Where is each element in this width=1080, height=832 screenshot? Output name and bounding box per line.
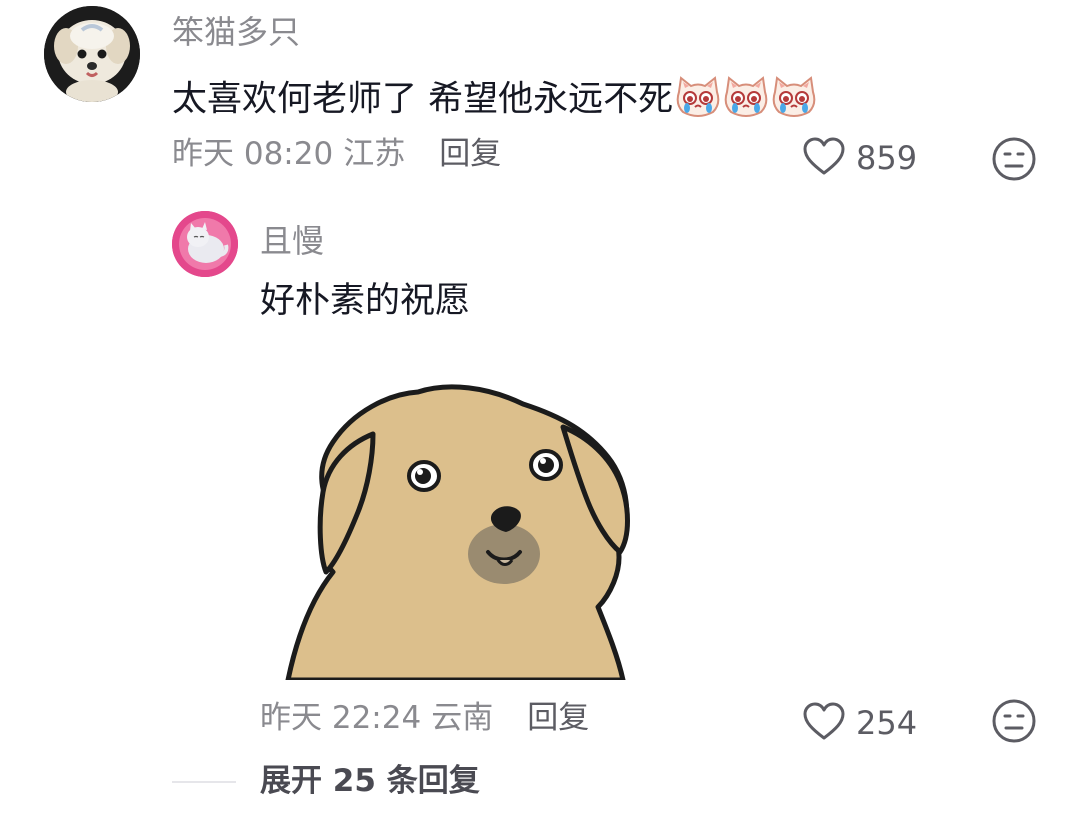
like-count: 859	[856, 139, 918, 177]
comment-time: 昨天 08:20	[172, 136, 334, 172]
neutral-face-icon	[992, 699, 1036, 743]
crying-cat-emoji	[675, 76, 721, 125]
heart-outline-icon	[802, 136, 846, 180]
reply-like-count: 254	[856, 704, 918, 742]
dog-sticker	[278, 372, 673, 680]
reply-time: 昨天 22:24	[260, 700, 422, 736]
reply-meta: 昨天 22:24 云南 回复	[260, 703, 589, 734]
reply-username[interactable]: 且慢	[260, 225, 324, 257]
comment-username[interactable]: 笨猫多只	[172, 16, 300, 48]
reply-text: 好朴素的祝愿	[260, 281, 471, 321]
like-button[interactable]: 859	[802, 136, 917, 180]
comment-text: 太喜欢何老师了 希望他永远不死	[172, 79, 674, 120]
crying-cat-emoji	[723, 76, 769, 125]
expand-replies-button[interactable]: 展开 25 条回复	[260, 766, 480, 797]
crying-cat-emoji	[771, 76, 817, 125]
reply-like-button[interactable]: 254	[802, 701, 917, 745]
comment-location: 江苏	[343, 136, 406, 172]
reply-location: 云南	[431, 700, 494, 736]
comment-meta: 昨天 08:20 江苏 回复	[172, 139, 501, 170]
reply-user-avatar[interactable]	[172, 211, 238, 277]
expand-divider	[172, 781, 236, 783]
heart-outline-icon	[802, 701, 846, 745]
reply-reply-button[interactable]: 回复	[527, 703, 589, 734]
user-avatar[interactable]	[44, 6, 140, 102]
dislike-button[interactable]	[991, 136, 1037, 186]
reply-button[interactable]: 回复	[439, 139, 501, 170]
neutral-face-icon	[992, 137, 1036, 181]
reply-dislike-button[interactable]	[991, 698, 1037, 748]
comment-body: 太喜欢何老师了 希望他永远不死	[172, 76, 817, 125]
